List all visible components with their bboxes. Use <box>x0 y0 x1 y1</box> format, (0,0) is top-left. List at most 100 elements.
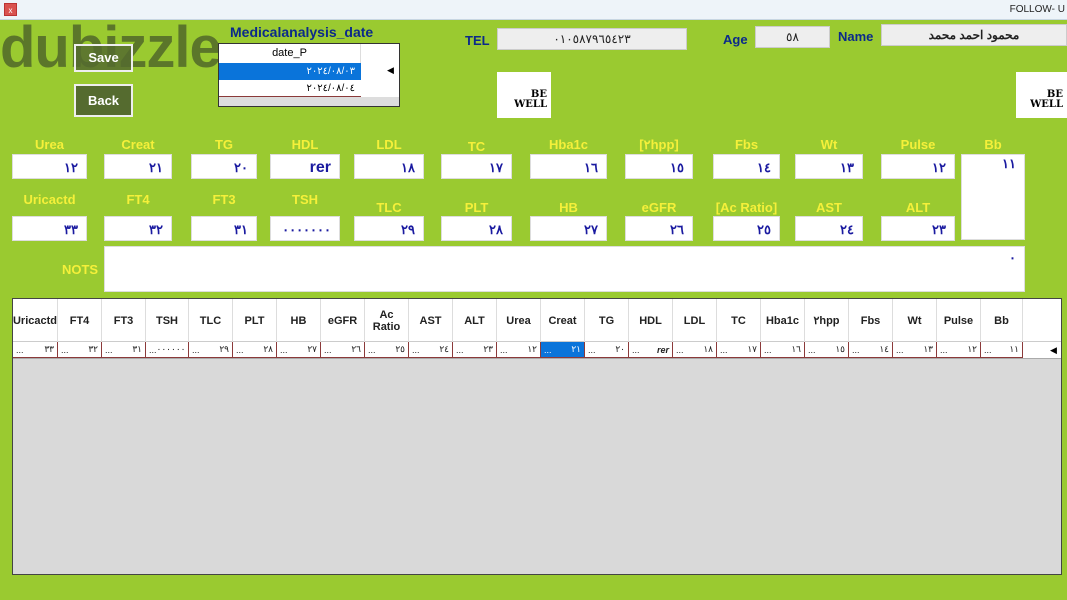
field-label: Pulse <box>900 137 936 152</box>
tel-field[interactable]: ٠١٠٥٨٧٩٦٥٤٢٣ <box>497 28 687 50</box>
field-pulse-input[interactable]: ١٢ <box>881 154 955 179</box>
field-tlc-input[interactable]: ٢٩ <box>354 216 424 241</box>
field-hba1c-input[interactable]: ١٦ <box>530 154 607 179</box>
cell-ellipsis: ... <box>236 344 244 355</box>
grid-cell[interactable]: ... ١٦ <box>761 342 805 358</box>
field-fbs-input[interactable]: ١٤ <box>713 154 780 179</box>
column-header[interactable]: TG <box>585 299 629 342</box>
field-hdl-input[interactable]: rer <box>270 154 340 179</box>
field-ft3-input[interactable]: ٣١ <box>191 216 257 241</box>
grid-cell[interactable]: ... ١٤ <box>849 342 893 358</box>
field-tg-input[interactable]: ٢٠ <box>191 154 257 179</box>
column-header[interactable]: Fbs <box>849 299 893 342</box>
cell-value: ١١ <box>1009 344 1019 354</box>
field-label: PLT <box>464 200 489 215</box>
grid-cell[interactable]: ... rer <box>629 342 673 358</box>
column-header[interactable]: Uricactd <box>13 299 58 342</box>
column-header[interactable]: ٢hpp <box>805 299 849 342</box>
field-ft4-input[interactable]: ٣٢ <box>104 216 172 241</box>
field-bb-input[interactable]: ١١ <box>961 154 1025 240</box>
grid-cell[interactable]: ... ١٢ <box>497 342 541 358</box>
column-header[interactable]: TSH <box>146 299 189 342</box>
column-header[interactable]: TC <box>717 299 761 342</box>
column-header[interactable]: Wt <box>893 299 937 342</box>
grid-cell[interactable]: ... ١٥ <box>805 342 849 358</box>
column-header[interactable]: Urea <box>497 299 541 342</box>
grid-cell[interactable]: ... ١٧ <box>717 342 761 358</box>
date-row[interactable]: ٢٠٢٤/٠٨/٠٣ <box>219 63 361 80</box>
grid-cell[interactable]: ... ١٨ <box>673 342 717 358</box>
field-alt-input[interactable]: ٢٣ <box>881 216 955 241</box>
field-label: TSH <box>292 192 318 207</box>
dates-list[interactable]: date_P ٢٠٢٤/٠٨/٠٣ ◀ ٢٠٢٤/٠٨/٠٤ <box>218 43 400 107</box>
grid-cell[interactable]: ... ٢٨ <box>233 342 277 358</box>
list-scrollbar[interactable] <box>219 97 399 106</box>
field-ldl-input[interactable]: ١٨ <box>354 154 424 179</box>
grid-cell[interactable]: ... ٢٤ <box>409 342 453 358</box>
cell-ellipsis: ... <box>149 344 157 355</box>
field-wt-input[interactable]: ١٣ <box>795 154 863 179</box>
cell-ellipsis: ... <box>940 344 948 355</box>
column-header[interactable]: HDL <box>629 299 673 342</box>
column-header[interactable]: TLC <box>189 299 233 342</box>
table-row[interactable]: ... ٣٣... ٣٢... ٣١... ٠٠٠٠٠٠... ٢٩... ٢٨... ٢٧.… <box>13 342 1061 359</box>
grid-cell[interactable]: ... ١١ <box>981 342 1023 358</box>
field-uricactd-input[interactable]: ٣٣ <box>12 216 87 241</box>
cell-ellipsis: ... <box>544 344 552 355</box>
field-ac-ratio-input[interactable]: ٢٥ <box>713 216 780 241</box>
field-hb-input[interactable]: ٢٧ <box>530 216 607 241</box>
column-header[interactable]: Creat <box>541 299 585 342</box>
cell-ellipsis: ... <box>412 344 420 355</box>
column-header[interactable]: Hba1c <box>761 299 805 342</box>
grid-cell[interactable]: ... ٢١ <box>541 342 585 358</box>
field-label: Urea <box>35 137 64 152</box>
grid-cell[interactable]: ... ٢٦ <box>321 342 365 358</box>
field-creat-input[interactable]: ٢١ <box>104 154 172 179</box>
field-tc-input[interactable]: ١٧ <box>441 154 512 179</box>
cell-ellipsis: ... <box>632 344 640 355</box>
grid-cell[interactable]: ... ١٢ <box>937 342 981 358</box>
dates-title: Medicalanalysis_date <box>230 24 374 40</box>
grid-cell[interactable]: ... ٣٢ <box>58 342 102 358</box>
field-tsh-input[interactable]: ٠٠٠٠٠٠٠ <box>270 216 340 241</box>
grid-cell[interactable]: ... ٢٠ <box>585 342 629 358</box>
grid-cell[interactable]: ... ٢٧ <box>277 342 321 358</box>
field-egfr-input[interactable]: ٢٦ <box>625 216 693 241</box>
results-grid[interactable]: Uricactd FT4 FT3 TSH TLC PLT HB eGFR Ac Ratio AST… <box>12 298 1062 575</box>
field-urea-input[interactable]: ١٢ <box>12 154 87 179</box>
grid-cell[interactable]: ... ١٣ <box>893 342 937 358</box>
column-header[interactable]: FT4 <box>58 299 102 342</box>
column-header[interactable]: FT3 <box>102 299 146 342</box>
grid-cell[interactable]: ... ٢٥ <box>365 342 409 358</box>
column-header[interactable]: PLT <box>233 299 277 342</box>
cell-ellipsis: ... <box>764 344 772 355</box>
grid-cell[interactable]: ... ٠٠٠٠٠٠ <box>146 342 189 358</box>
save-button[interactable]: Save <box>74 44 133 72</box>
column-header[interactable]: Pulse <box>937 299 981 342</box>
age-field[interactable]: ٥٨ <box>755 26 830 48</box>
column-header[interactable]: Ac Ratio <box>365 299 409 342</box>
column-header-date[interactable]: date_P <box>219 44 361 63</box>
column-header[interactable]: eGFR <box>321 299 365 342</box>
grid-cell[interactable]: ... ٢٩ <box>189 342 233 358</box>
row-pointer-icon: ◀ <box>387 65 394 75</box>
column-header[interactable]: ALT <box>453 299 497 342</box>
column-header[interactable]: LDL <box>673 299 717 342</box>
cell-value: ١٢ <box>967 344 977 354</box>
cell-ellipsis: ... <box>808 344 816 355</box>
date-row[interactable]: ٢٠٢٤/٠٨/٠٤ <box>219 80 361 97</box>
name-field[interactable]: محمود احمد محمد <box>881 24 1067 46</box>
field-ast-input[interactable]: ٢٤ <box>795 216 863 241</box>
back-button[interactable]: Back <box>74 84 133 117</box>
column-header[interactable]: AST <box>409 299 453 342</box>
grid-cell[interactable]: ... ٣٣ <box>13 342 58 358</box>
field-hpp-input[interactable]: ١٥ <box>625 154 693 179</box>
grid-cell[interactable]: ... ٣١ <box>102 342 146 358</box>
field-label: eGFR <box>641 200 677 215</box>
notes-field[interactable]: ٠ <box>104 246 1025 292</box>
field-plt-input[interactable]: ٢٨ <box>441 216 512 241</box>
column-header[interactable]: HB <box>277 299 321 342</box>
cell-value: ٣١ <box>132 344 142 354</box>
grid-cell[interactable]: ... ٢٣ <box>453 342 497 358</box>
column-header[interactable]: Bb <box>981 299 1023 342</box>
